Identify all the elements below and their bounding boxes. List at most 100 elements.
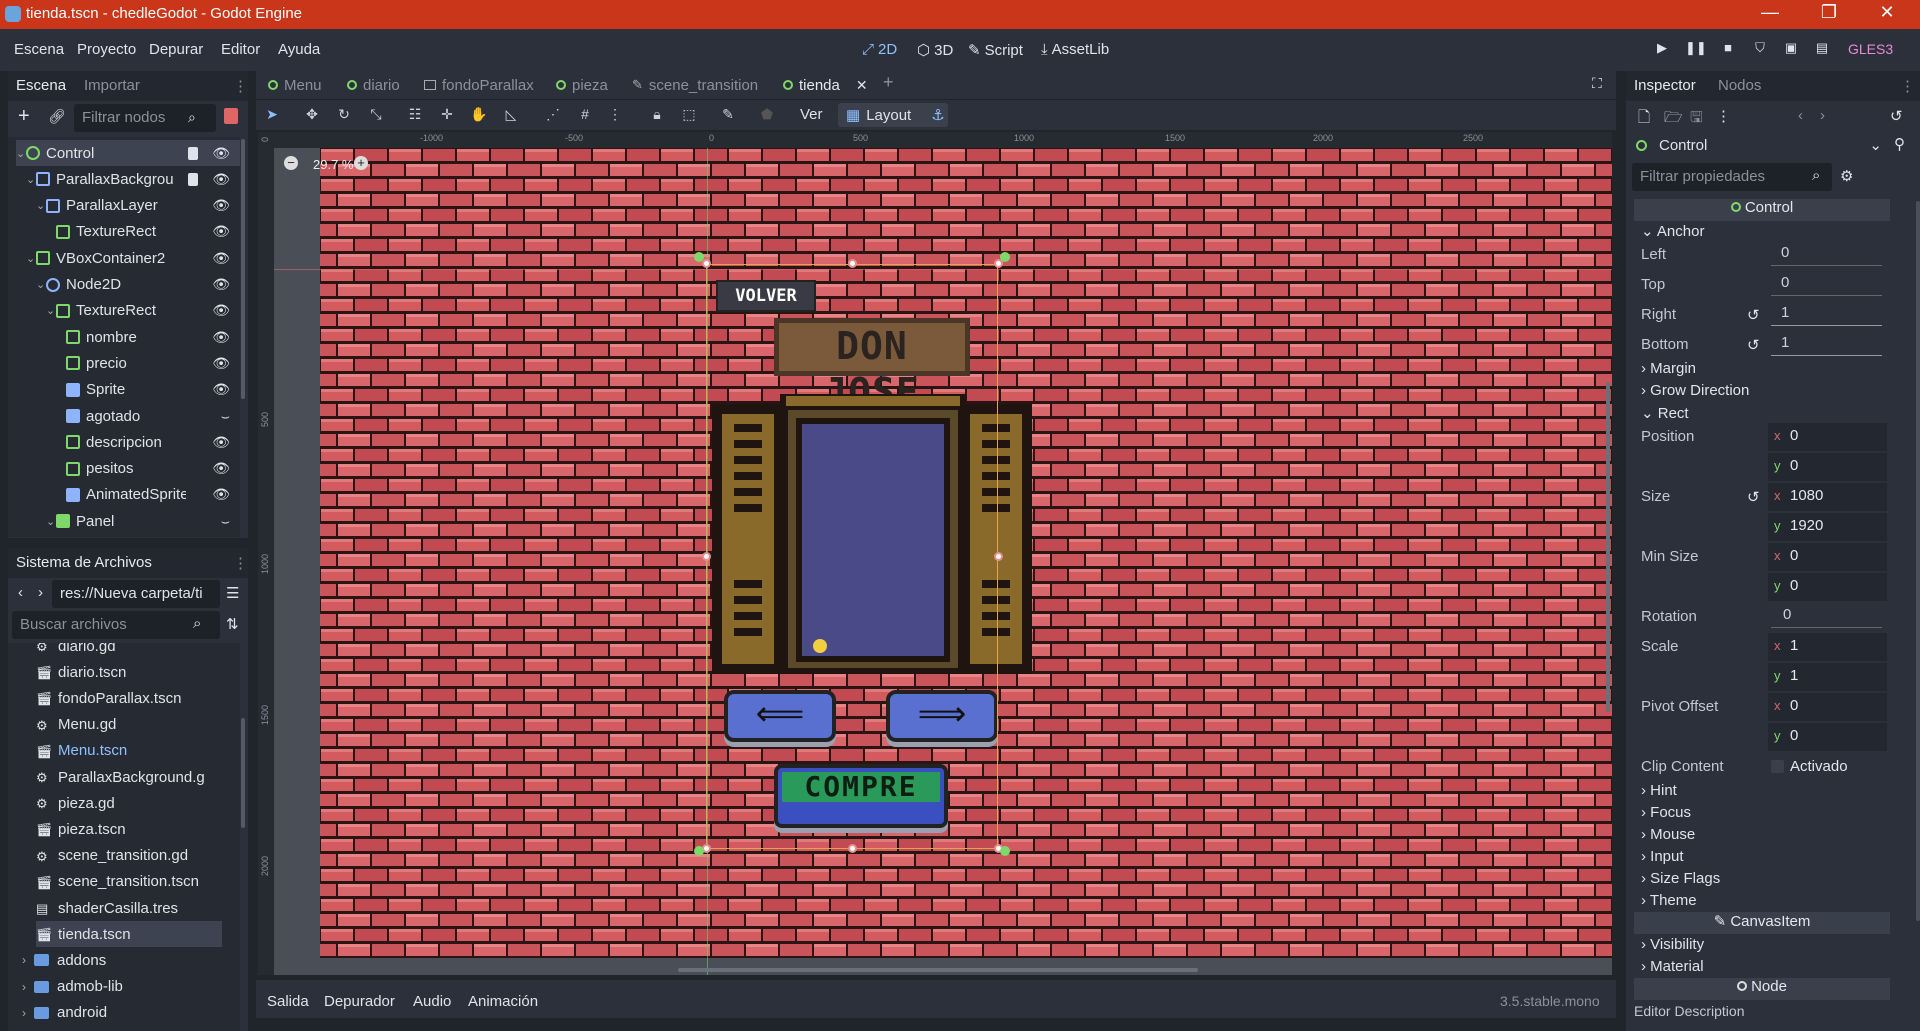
zoom-in-icon[interactable]: +: [354, 156, 368, 170]
tree-node-precio[interactable]: precio 👁︎: [56, 350, 240, 376]
revert-icon[interactable]: ↺: [1747, 306, 1760, 324]
scene-tab-diario[interactable]: diario: [347, 74, 400, 96]
expand-arrow-icon[interactable]: ⌄: [36, 199, 46, 212]
visibility-hidden-icon[interactable]: ⌣: [221, 513, 230, 530]
scale-tool-icon[interactable]: ⤡: [365, 106, 387, 126]
snap-options-icon[interactable]: ⋮: [604, 106, 626, 126]
pivot-x-field[interactable]: x0: [1768, 693, 1887, 721]
visibility-eye-icon[interactable]: 👁︎: [212, 460, 230, 477]
expand-arrow-icon[interactable]: ⌄: [46, 515, 56, 528]
visibility-eye-icon[interactable]: 👁︎: [212, 223, 230, 240]
visibility-eye-icon[interactable]: 👁︎: [212, 276, 230, 293]
visibility-eye-icon[interactable]: 👁︎: [212, 434, 230, 451]
search-files-input[interactable]: Buscar archivos: [12, 611, 220, 639]
section-hint[interactable]: › Hint: [1641, 782, 1677, 799]
minsize-y-field[interactable]: y0: [1768, 573, 1887, 601]
file-item[interactable]: ▤ shaderCasilla.tres: [36, 895, 222, 921]
section-material[interactable]: › Material: [1641, 958, 1704, 975]
add-node-icon[interactable]: +: [18, 105, 30, 128]
revert-icon[interactable]: ↺: [1747, 336, 1760, 354]
bone-icon[interactable]: ✎: [717, 106, 739, 126]
prop-editor-description[interactable]: Editor Description: [1634, 1003, 1745, 1019]
tab-salida[interactable]: Salida: [267, 993, 309, 1010]
smart-snap-icon[interactable]: ⋰: [542, 106, 564, 126]
tree-node-animatedsprite[interactable]: AnimatedSprite 👁︎: [56, 482, 240, 508]
dock-menu-icon[interactable]: ⋮: [233, 77, 248, 95]
section-input[interactable]: › Input: [1641, 848, 1684, 865]
stop-icon[interactable]: ■: [1718, 40, 1738, 60]
grid-snap-icon[interactable]: #: [574, 106, 596, 126]
dock-menu-icon[interactable]: ⋮: [1900, 77, 1915, 95]
tab-importar[interactable]: Importar: [84, 77, 140, 94]
scale-y-field[interactable]: y1: [1768, 663, 1887, 691]
close-button[interactable]: ✕: [1872, 2, 1902, 23]
section-focus[interactable]: › Focus: [1641, 804, 1691, 821]
scene-tab-pieza[interactable]: pieza: [556, 74, 608, 96]
split-view-icon[interactable]: ☰: [226, 584, 239, 602]
expand-arrow-icon[interactable]: ⌄: [26, 252, 36, 265]
handle-top-left[interactable]: [702, 259, 711, 268]
section-margin[interactable]: › Margin: [1641, 360, 1696, 377]
visibility-hidden-icon[interactable]: ⌣: [221, 408, 230, 425]
handle-top[interactable]: [848, 259, 857, 268]
visibility-eye-icon[interactable]: 👁︎: [212, 381, 230, 398]
file-item[interactable]: 🎬︎ diario.tscn: [36, 659, 222, 685]
file-item[interactable]: ⚙ scene_transition.gd: [36, 843, 222, 869]
tree-node-vboxcontainer2[interactable]: ⌄ VBoxContainer2 👁︎: [26, 245, 240, 271]
rotate-tool-icon[interactable]: ↻: [333, 106, 355, 126]
section-theme[interactable]: › Theme: [1641, 892, 1697, 909]
section-grow-direction[interactable]: › Grow Direction: [1641, 382, 1749, 399]
remote-debug-icon[interactable]: ⛉: [1750, 40, 1770, 60]
prop-right-field[interactable]: 1: [1771, 304, 1882, 326]
file-item[interactable]: ⚙ diario.gd: [36, 643, 222, 659]
visibility-eye-icon[interactable]: 👁︎: [212, 302, 230, 319]
file-item[interactable]: 🎬︎ fondoParallax.tscn: [36, 685, 222, 711]
prop-bottom-field[interactable]: 1: [1771, 334, 1882, 356]
anchor-pin-icon[interactable]: [694, 252, 704, 262]
tree-node-texturerect[interactable]: TextureRect 👁︎: [46, 219, 240, 245]
visibility-eye-icon[interactable]: 👁︎: [212, 171, 230, 188]
open-resource-icon[interactable]: 🗁︎: [1664, 107, 1683, 132]
position-y-field[interactable]: y0: [1768, 453, 1887, 481]
file-item[interactable]: › android: [22, 1000, 222, 1026]
view-menu-button[interactable]: Ver: [800, 106, 823, 123]
revert-icon[interactable]: ↺: [1747, 488, 1760, 506]
viewport-vscrollbar[interactable]: [1606, 382, 1610, 712]
position-x-field[interactable]: x0: [1768, 423, 1887, 451]
prop-top-field[interactable]: 0: [1771, 274, 1882, 296]
minsize-x-field[interactable]: x0: [1768, 543, 1887, 571]
back-icon[interactable]: ‹: [18, 584, 23, 601]
handle-left[interactable]: [702, 552, 711, 561]
visibility-eye-icon[interactable]: 👁︎: [212, 197, 230, 214]
scene-tree-scrollbar[interactable]: [241, 139, 245, 399]
property-options-icon[interactable]: ⚙: [1840, 167, 1853, 185]
visibility-eye-icon[interactable]: 👁︎: [212, 250, 230, 267]
file-item[interactable]: ⚙ pieza.gd: [36, 790, 222, 816]
tab-animacion[interactable]: Animación: [468, 993, 538, 1010]
object-help-icon[interactable]: ⚲: [1894, 135, 1905, 153]
scene-tab-menu[interactable]: Menu: [268, 74, 322, 96]
object-selector[interactable]: Control ⌄: [1632, 132, 1888, 158]
move-tool-icon[interactable]: ✥: [301, 106, 323, 126]
script-icon[interactable]: [188, 172, 198, 186]
play-scene-icon[interactable]: ▣: [1781, 40, 1801, 60]
history-icon[interactable]: ↺: [1890, 107, 1903, 125]
visibility-eye-icon[interactable]: 👁︎: [212, 329, 230, 346]
tree-node-sprite[interactable]: Sprite 👁︎: [56, 377, 240, 403]
section-visibility[interactable]: › Visibility: [1641, 936, 1704, 953]
workspace-assetlib-button[interactable]: ⤓ AssetLib: [1041, 41, 1109, 58]
file-item[interactable]: ⚙ Menu.gd: [36, 712, 222, 738]
tab-sistema-archivos[interactable]: Sistema de Archivos: [16, 554, 152, 571]
inspector-scrollbar[interactable]: [1916, 201, 1920, 921]
viewport-hscrollbar[interactable]: [678, 968, 1198, 972]
rotation-field[interactable]: 0: [1771, 606, 1882, 628]
scene-tab-tienda[interactable]: tienda ✕: [783, 74, 868, 96]
link-icon[interactable]: 🔗︎: [48, 108, 66, 125]
tab-audio[interactable]: Audio: [413, 993, 451, 1010]
scale-x-field[interactable]: x1: [1768, 633, 1887, 661]
more-icon[interactable]: ⋮: [1716, 107, 1731, 125]
layout-button[interactable]: ▦ Layout ⚓︎: [838, 103, 948, 127]
file-item[interactable]: 🎬︎ tienda.tscn: [36, 921, 222, 948]
lock-icon[interactable]: 🔒︎: [646, 106, 668, 126]
size-y-field[interactable]: y 1920: [1768, 513, 1887, 541]
